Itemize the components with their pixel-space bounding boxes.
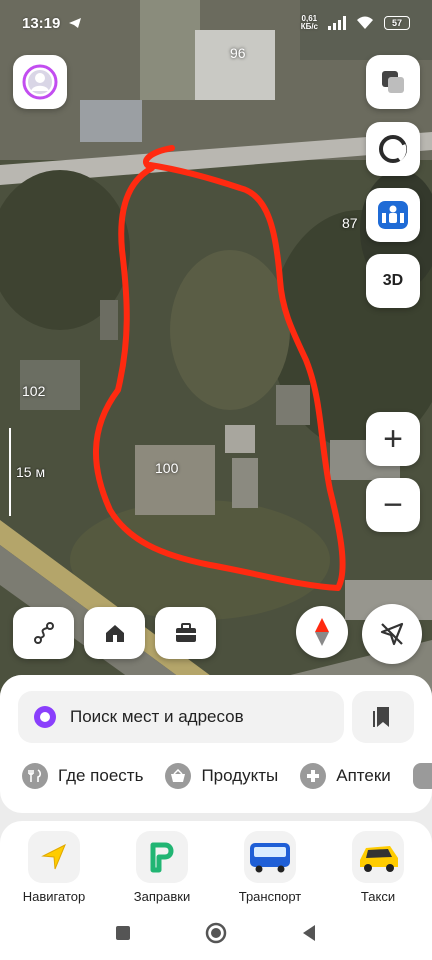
- search-input[interactable]: Поиск мест и адресов: [18, 691, 344, 743]
- network-speed: 0,61 КБ/с: [300, 14, 318, 31]
- satellite-map[interactable]: 96 87 102 100 15 м: [0, 0, 432, 700]
- scale-label: 15 м: [16, 464, 46, 480]
- navigator-arrow-icon: [28, 831, 80, 883]
- alice-icon: [34, 706, 56, 728]
- house-number-label: 87: [342, 215, 358, 231]
- compass-button[interactable]: [296, 606, 348, 658]
- plus-cross-icon: [300, 763, 327, 789]
- profile-button[interactable]: [13, 55, 67, 109]
- 3d-toggle-button[interactable]: 3D: [366, 254, 420, 308]
- service-navigator[interactable]: Навигатор: [6, 831, 102, 904]
- zoom-in-button[interactable]: +: [366, 412, 420, 466]
- bus-icon: [244, 831, 296, 883]
- minus-icon: −: [383, 486, 403, 524]
- more-category-icon: [412, 763, 432, 789]
- search-card: Поиск мест и адресов Где поесть Продукты: [0, 675, 432, 813]
- layers-icon: [382, 71, 404, 93]
- home-nav-button[interactable]: [205, 922, 227, 949]
- taxi-icon: [352, 831, 404, 883]
- triangle-back-icon: [303, 924, 315, 941]
- quick-category-chips: Где поесть Продукты Аптеки: [22, 763, 432, 789]
- scale-bar: [9, 428, 11, 516]
- compass-icon: [315, 618, 329, 646]
- service-taxi[interactable]: Такси: [330, 831, 426, 904]
- route-icon: [33, 622, 54, 644]
- fork-knife-icon: [22, 763, 48, 789]
- battery-indicator: 57: [384, 16, 410, 30]
- chip-pharmacy[interactable]: Аптеки: [300, 763, 391, 789]
- home-button[interactable]: [84, 607, 145, 659]
- telegram-icon: [69, 18, 82, 28]
- service-fuel[interactable]: Заправки: [114, 831, 210, 904]
- recents-button[interactable]: [115, 925, 131, 946]
- bookmark-icon: [373, 707, 389, 727]
- layers-button[interactable]: [366, 55, 420, 109]
- panorama-button[interactable]: [366, 188, 420, 242]
- signal-icon: [328, 16, 346, 30]
- location-button[interactable]: [362, 604, 422, 664]
- bookmarks-button[interactable]: [352, 691, 414, 743]
- alice-ring-icon: [379, 135, 407, 163]
- location-off-icon: [380, 622, 404, 646]
- status-bar: 13:19 0,61 КБ/с 57: [0, 0, 432, 46]
- back-button[interactable]: [301, 924, 317, 947]
- chip-groceries[interactable]: Продукты: [165, 763, 278, 789]
- search-placeholder: Поиск мест и адресов: [70, 707, 244, 726]
- fuel-icon: [136, 831, 188, 883]
- chip-more[interactable]: [412, 763, 432, 789]
- square-icon: [116, 925, 130, 940]
- house-number-label: 96: [230, 45, 246, 61]
- clock: 13:19: [22, 14, 61, 32]
- route-button[interactable]: [13, 607, 74, 659]
- satellite-imagery: [0, 0, 432, 700]
- house-number-label: 102: [22, 383, 46, 399]
- system-navigation-bar: [0, 910, 432, 960]
- work-button[interactable]: [155, 607, 216, 659]
- alice-assistant-button[interactable]: [366, 122, 420, 176]
- panorama-person-icon: [378, 201, 408, 229]
- wifi-icon: [357, 16, 373, 29]
- briefcase-icon: [175, 623, 196, 642]
- chip-food[interactable]: Где поесть: [22, 763, 143, 789]
- service-transport[interactable]: Транспорт: [222, 831, 318, 904]
- house-number-label: 100: [155, 460, 179, 476]
- basket-icon: [165, 763, 192, 789]
- home-icon: [105, 625, 124, 642]
- avatar-icon: [22, 64, 58, 100]
- circle-icon: [205, 922, 227, 943]
- plus-icon: +: [383, 420, 403, 458]
- zoom-out-button[interactable]: −: [366, 478, 420, 532]
